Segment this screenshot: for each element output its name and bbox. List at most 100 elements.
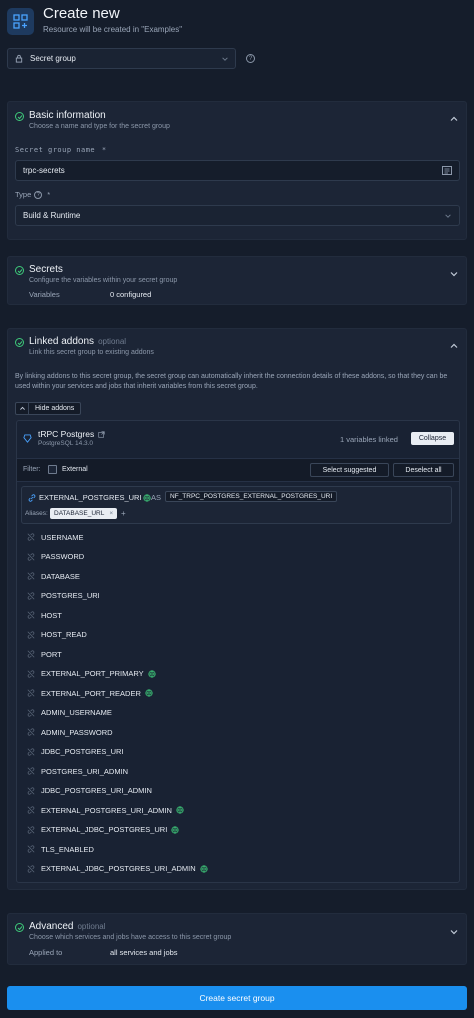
variable-row[interactable]: EXTERNAL_PORT_PRIMARY — [27, 668, 156, 680]
unlink-icon[interactable] — [27, 533, 35, 541]
unlink-icon[interactable] — [27, 728, 35, 736]
linked-count: 1 variables linked — [340, 435, 398, 444]
variable-name: JDBC_POSTGRES_URI — [41, 747, 124, 756]
optional-label: optional — [98, 337, 127, 346]
resource-type-select[interactable]: Secret group — [7, 48, 236, 69]
advanced-title: Advanced — [29, 921, 74, 932]
unlink-icon[interactable] — [27, 786, 35, 795]
basic-information-panel: Basic information Choose a name and type… — [7, 101, 467, 240]
link-icon[interactable] — [28, 494, 36, 502]
unlink-icon[interactable] — [27, 708, 35, 717]
variable-row[interactable]: HOST_READ — [27, 629, 87, 641]
secret-group-name-label: Secret group name * — [15, 146, 107, 154]
type-label-row: Type ? * — [15, 190, 50, 199]
unlink-icon[interactable] — [27, 767, 35, 775]
external-checkbox[interactable] — [48, 465, 57, 474]
deselect-all-button[interactable]: Deselect all — [393, 463, 454, 477]
secret-group-name-input[interactable]: trpc-secrets — [15, 160, 460, 181]
optional-label: optional — [77, 922, 106, 931]
name-label-text: Secret group name — [15, 146, 96, 154]
unlink-icon[interactable] — [27, 630, 35, 639]
check-circle-icon — [15, 923, 24, 932]
variable-row[interactable]: PASSWORD — [27, 551, 84, 563]
alias-chip-label: DATABASE_URL — [54, 510, 105, 517]
linked-addons-title-row: Linked addons optional — [29, 336, 126, 347]
variable-row[interactable]: EXTERNAL_JDBC_POSTGRES_URI — [27, 824, 179, 836]
add-alias-icon[interactable]: + — [121, 509, 126, 518]
alias-target-chip[interactable]: NF_TRPC_POSTGRES_EXTERNAL_POSTGRES_URI — [165, 491, 338, 502]
unlink-icon[interactable] — [27, 689, 35, 697]
variable-name: POSTGRES_URI_ADMIN — [41, 766, 129, 776]
variable-row[interactable]: EXTERNAL_PORT_READER — [27, 687, 153, 699]
globe-icon — [176, 806, 184, 814]
chevron-up-icon[interactable] — [449, 341, 459, 351]
unlink-icon[interactable] — [27, 572, 35, 580]
variable-row[interactable]: HOST — [27, 609, 62, 621]
globe-icon — [200, 864, 208, 873]
type-select[interactable]: Build & Runtime — [15, 205, 460, 226]
variable-row[interactable]: POSTGRES_URI — [27, 590, 100, 602]
chevron-down-icon[interactable] — [449, 927, 459, 937]
unlink-icon[interactable] — [27, 864, 35, 873]
variable-row[interactable]: ADMIN_USERNAME — [27, 707, 112, 719]
unlink-icon[interactable] — [27, 747, 35, 756]
globe-icon — [145, 689, 153, 697]
external-link-icon[interactable] — [98, 430, 105, 438]
variable-row[interactable]: POSTGRES_URI_ADMIN — [27, 765, 128, 777]
postgres-addon-icon — [23, 434, 32, 443]
variable-name: USERNAME — [41, 532, 84, 542]
required-mark: * — [47, 190, 51, 199]
unlink-icon[interactable] — [27, 650, 35, 658]
check-circle-icon — [15, 266, 24, 275]
variable-name: ADMIN_PASSWORD — [41, 727, 113, 737]
variable-row[interactable]: TLS_ENABLED — [27, 843, 94, 855]
variable-row[interactable]: ADMIN_PASSWORD — [27, 726, 113, 738]
help-icon[interactable]: ? — [246, 54, 255, 63]
advanced-panel: Advanced optional Choose which services … — [7, 913, 467, 965]
unlink-icon[interactable] — [27, 806, 35, 814]
id-card-icon — [442, 166, 452, 175]
unlink-icon[interactable] — [27, 825, 35, 834]
variable-row[interactable]: EXTERNAL_JDBC_POSTGRES_URI_ADMIN — [27, 863, 208, 875]
variable-name: JDBC_POSTGRES_URI_ADMIN — [41, 786, 152, 795]
alias-chip[interactable]: DATABASE_URL × — [50, 508, 118, 519]
addon-name-row: tRPC Postgres — [38, 429, 105, 439]
required-mark: * — [101, 146, 107, 154]
applied-to-value: all services and jobs — [110, 948, 178, 957]
variable-row[interactable]: DATABASE — [27, 570, 80, 582]
globe-icon — [148, 669, 156, 678]
variable-row[interactable]: JDBC_POSTGRES_URI_ADMIN — [27, 785, 152, 797]
chevron-up-icon — [16, 403, 29, 414]
advanced-desc: Choose which services and jobs have acce… — [29, 934, 232, 941]
hide-addons-label: Hide addons — [35, 405, 75, 412]
variable-name: EXTERNAL_JDBC_POSTGRES_URI_ADMIN — [41, 864, 196, 873]
help-icon[interactable]: ? — [34, 190, 43, 199]
filter-label: Filter: — [23, 466, 41, 473]
unlink-icon[interactable] — [27, 611, 35, 619]
resource-type-value: Secret group — [30, 54, 76, 63]
variable-name: EXTERNAL_PORT_READER — [41, 688, 141, 698]
select-suggested-button[interactable]: Select suggested — [310, 463, 389, 477]
variable-row[interactable]: JDBC_POSTGRES_URI — [27, 746, 124, 758]
create-secret-group-button[interactable]: Create secret group — [7, 986, 467, 1010]
type-select-value: Build & Runtime — [23, 211, 81, 220]
chevron-down-icon[interactable] — [449, 269, 459, 279]
variable-name: DATABASE — [41, 571, 80, 581]
unlink-icon[interactable] — [27, 591, 35, 600]
unlink-icon[interactable] — [27, 669, 35, 678]
collapse-button[interactable]: Collapse — [411, 432, 454, 445]
addon-version: PostgreSQL 14.3.0 — [38, 440, 94, 447]
remove-alias-icon[interactable]: × — [109, 510, 113, 517]
chevron-up-icon[interactable] — [449, 114, 459, 124]
secrets-panel: Secrets Configure the variables within y… — [7, 256, 467, 305]
unlink-icon[interactable] — [27, 552, 35, 561]
aliases-label: Aliases: — [25, 510, 48, 517]
chevron-down-icon — [445, 213, 451, 218]
variable-row[interactable]: PORT — [27, 648, 62, 660]
advanced-title-row: Advanced optional — [29, 921, 106, 932]
unlink-icon[interactable] — [27, 845, 35, 853]
variable-row[interactable]: EXTERNAL_POSTGRES_URI_ADMIN — [27, 804, 184, 816]
hide-addons-button[interactable]: Hide addons — [15, 402, 82, 415]
secret-group-name-value: trpc-secrets — [23, 166, 65, 175]
variable-row[interactable]: USERNAME — [27, 531, 84, 543]
